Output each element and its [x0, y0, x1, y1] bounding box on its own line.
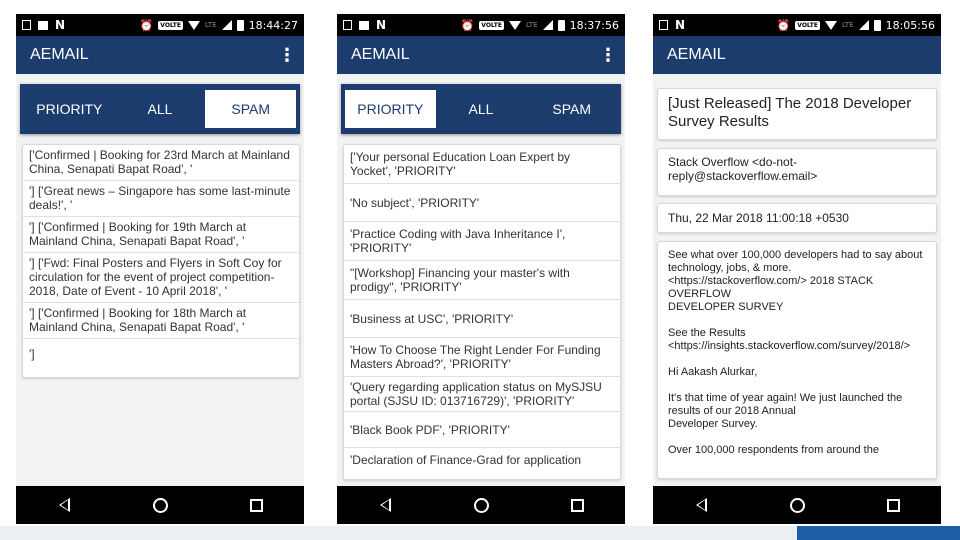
status-time: 18:05:56: [885, 18, 935, 32]
tab-spam[interactable]: SPAM: [205, 90, 297, 128]
sim-icon: [659, 20, 668, 30]
list-item[interactable]: 'Black Book PDF', 'PRIORITY': [344, 412, 620, 448]
list-item[interactable]: 'Declaration of Finance-Grad for applica…: [344, 448, 620, 471]
back-button[interactable]: [681, 486, 721, 524]
tab-priority[interactable]: PRIORITY: [345, 90, 436, 128]
status-time: 18:44:27: [248, 18, 298, 32]
status-bar: N ⏰ VOLTE LTE 18:44:27: [16, 14, 304, 36]
home-button[interactable]: [140, 486, 180, 524]
signal-icon: [221, 20, 232, 30]
nfc-icon: N: [55, 18, 66, 32]
volte-badge: VOLTE: [795, 20, 820, 30]
phone-screen-spam: N ⏰ VOLTE LTE 18:44:27 AEMAIL ⋮ PRIORITY…: [16, 14, 304, 524]
home-icon: [789, 497, 805, 513]
back-button[interactable]: [365, 486, 405, 524]
nfc-icon: N: [675, 18, 686, 32]
lte-label: LTE: [204, 21, 217, 29]
status-bar: N ⏰ VOLTE LTE 18:37:56: [337, 14, 625, 36]
tab-priority[interactable]: PRIORITY: [24, 90, 115, 128]
overflow-menu-icon[interactable]: ⋮: [599, 45, 617, 66]
list-item[interactable]: 'Practice Coding with Java Inheritance I…: [344, 222, 620, 261]
list-item[interactable]: "[Workshop] Financing your master's with…: [344, 261, 620, 300]
body-paragraph: It's that time of year again! We just la…: [668, 392, 903, 430]
alarm-icon: ⏰: [139, 18, 154, 32]
back-icon: [379, 498, 391, 512]
battery-icon: [557, 19, 565, 31]
tab-bar: PRIORITY ALL SPAM: [341, 84, 621, 134]
recents-button[interactable]: [557, 486, 597, 524]
tab-all[interactable]: ALL: [115, 90, 206, 128]
nfc-icon: N: [376, 18, 387, 32]
email-date: Thu, 22 Mar 2018 11:00:18 +0530: [657, 203, 937, 233]
image-notification-icon: [359, 20, 369, 30]
lte-label: LTE: [841, 21, 854, 29]
signal-icon: [858, 20, 869, 30]
nav-bar: [337, 486, 625, 524]
home-icon: [473, 497, 489, 513]
battery-icon: [873, 19, 881, 31]
list-item[interactable]: '] ['Confirmed | Booking for 18th March …: [23, 303, 299, 339]
recents-icon: [886, 498, 900, 512]
home-button[interactable]: [777, 486, 817, 524]
nav-bar: [653, 486, 941, 524]
overflow-menu-icon[interactable]: ⋮: [278, 45, 296, 66]
app-title: AEMAIL: [351, 46, 410, 63]
lte-label: LTE: [525, 21, 538, 29]
back-icon: [695, 498, 707, 512]
volte-badge: VOLTE: [158, 20, 183, 30]
list-item[interactable]: ['Your personal Education Loan Expert by…: [344, 145, 620, 184]
recents-icon: [570, 498, 584, 512]
home-button[interactable]: [461, 486, 501, 524]
app-bar: AEMAIL ⋮: [337, 36, 625, 74]
recents-icon: [249, 498, 263, 512]
body-paragraph: Over 100,000 respondents from around the: [668, 444, 879, 456]
body-paragraph: Hi Aakash Alurkar,: [668, 366, 758, 378]
email-body[interactable]: See what over 100,000 developers had to …: [657, 241, 937, 479]
list-item[interactable]: '] ['Fwd: Final Posters and Flyers in So…: [23, 253, 299, 303]
wifi-icon: [824, 20, 837, 30]
body-paragraph: See the Results <https://insights.stacko…: [668, 327, 911, 352]
phone-screen-email-detail: N ⏰ VOLTE LTE 18:05:56 AEMAIL [Just Rele…: [653, 14, 941, 524]
status-bar: N ⏰ VOLTE LTE 18:05:56: [653, 14, 941, 36]
phone-screen-priority: N ⏰ VOLTE LTE 18:37:56 AEMAIL ⋮ PRIORITY…: [337, 14, 625, 524]
home-icon: [152, 497, 168, 513]
app-title: AEMAIL: [30, 46, 89, 63]
nav-bar: [16, 486, 304, 524]
email-list: ['Confirmed | Booking for 23rd March at …: [22, 144, 300, 378]
back-button[interactable]: [44, 486, 84, 524]
status-time: 18:37:56: [569, 18, 619, 32]
bottom-accent-bar: [797, 526, 960, 540]
list-item[interactable]: ['Confirmed | Booking for 23rd March at …: [23, 145, 299, 181]
list-item[interactable]: ']: [23, 339, 299, 377]
app-title: AEMAIL: [667, 46, 726, 63]
recents-button[interactable]: [873, 486, 913, 524]
alarm-icon: ⏰: [776, 18, 791, 32]
back-icon: [58, 498, 70, 512]
email-subject: [Just Released] The 2018 Developer Surve…: [657, 88, 937, 140]
wifi-icon: [508, 20, 521, 30]
list-item[interactable]: 'Query regarding application status on M…: [344, 377, 620, 412]
battery-icon: [236, 19, 244, 31]
image-notification-icon: [38, 20, 48, 30]
tab-all[interactable]: ALL: [436, 90, 527, 128]
sim-icon: [22, 20, 31, 30]
body-paragraph: See what over 100,000 developers had to …: [668, 249, 923, 313]
app-bar: AEMAIL ⋮: [16, 36, 304, 74]
email-sender: Stack Overflow <do-not-reply@stackoverfl…: [657, 148, 937, 196]
list-item[interactable]: 'Business at USC', 'PRIORITY': [344, 300, 620, 338]
tab-bar: PRIORITY ALL SPAM: [20, 84, 300, 134]
sim-icon: [343, 20, 352, 30]
alarm-icon: ⏰: [460, 18, 475, 32]
signal-icon: [542, 20, 553, 30]
list-item[interactable]: '] ['Confirmed | Booking for 19th March …: [23, 217, 299, 253]
list-item[interactable]: 'How To Choose The Right Lender For Fund…: [344, 338, 620, 377]
app-bar: AEMAIL: [653, 36, 941, 74]
email-list: ['Your personal Education Loan Expert by…: [343, 144, 621, 480]
list-item[interactable]: '] ['Great news – Singapore has some las…: [23, 181, 299, 217]
tab-spam[interactable]: SPAM: [526, 90, 617, 128]
recents-button[interactable]: [236, 486, 276, 524]
volte-badge: VOLTE: [479, 20, 504, 30]
wifi-icon: [187, 20, 200, 30]
list-item[interactable]: 'No subject', 'PRIORITY': [344, 184, 620, 222]
